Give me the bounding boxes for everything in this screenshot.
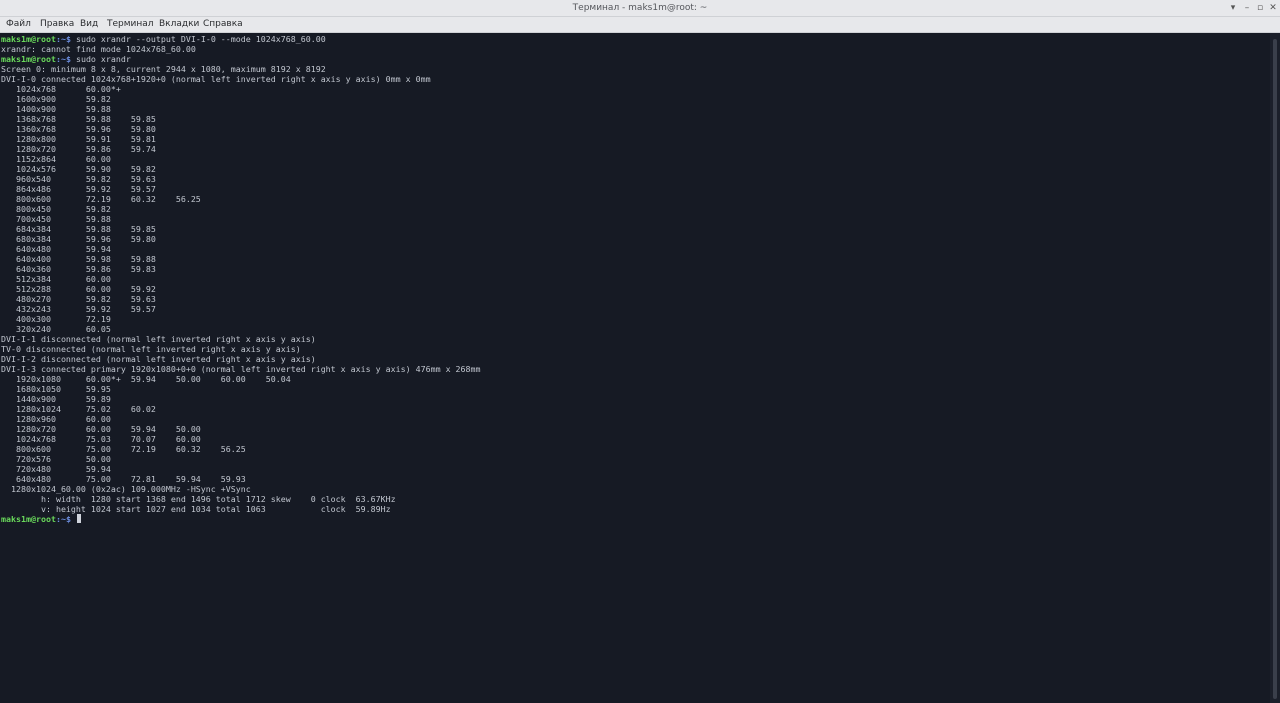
output-line: 1280x1024 75.02 60.02	[1, 404, 156, 414]
prompt-line: maks1m@root:~$ sudo xrandr	[1, 54, 481, 64]
output-line: 800x600 72.19 60.32 56.25	[1, 194, 201, 204]
output-line: DVI-I-2 disconnected (normal left invert…	[1, 354, 316, 364]
minimize-button[interactable]: –	[1240, 1, 1254, 15]
output-line: 1440x900 59.89	[1, 394, 111, 404]
output-line: 1360x768 59.96 59.80	[1, 124, 156, 134]
output-line: 1400x900 59.88	[1, 104, 111, 114]
scrollbar-thumb[interactable]	[1273, 39, 1277, 699]
window-title: Терминал - maks1m@root: ~	[572, 3, 708, 13]
terminal-cursor	[76, 514, 81, 523]
output-line: 512x384 60.00	[1, 274, 111, 284]
output-line: DVI-I-3 connected primary 1920x1080+0+0 …	[1, 364, 481, 374]
output-line: 400x300 72.19	[1, 314, 111, 324]
output-line: 1024x768 75.03 70.07 60.00	[1, 434, 201, 444]
output-line: 1600x900 59.82	[1, 94, 111, 104]
menu-terminal[interactable]: Терминал	[107, 17, 154, 32]
output-line: 320x240 60.05	[1, 324, 111, 334]
output-line: h: width 1280 start 1368 end 1496 total …	[1, 494, 396, 504]
output-line: 800x600 75.00 72.19 60.32 56.25	[1, 444, 246, 454]
window-titlebar[interactable]: Терминал - maks1m@root: ~ ▾ – ▫ ✕	[0, 0, 1280, 17]
output-line: 1024x576 59.90 59.82	[1, 164, 156, 174]
maximize-button[interactable]: ▫	[1253, 1, 1267, 15]
output-line: 700x450 59.88	[1, 214, 111, 224]
prompt-path: :~$	[55, 34, 71, 44]
command-text: sudo xrandr --output DVI-I-0 --mode 1024…	[70, 34, 326, 44]
close-button[interactable]: ✕	[1266, 1, 1280, 15]
output-line: 480x270 59.82 59.63	[1, 294, 156, 304]
output-line: 800x450 59.82	[1, 204, 111, 214]
output-line: 1280x800 59.91 59.81	[1, 134, 156, 144]
prompt-user: maks1m@root	[1, 34, 56, 44]
output-line: 720x576 50.00	[1, 454, 111, 464]
terminal-scrollbar[interactable]	[1270, 33, 1280, 703]
menu-edit[interactable]: Правка	[40, 17, 74, 32]
output-line: 1368x768 59.88 59.85	[1, 114, 156, 124]
output-line: 1680x1050 59.95	[1, 384, 111, 394]
terminal-output: maks1m@root:~$ sudo xrandr --output DVI-…	[1, 34, 481, 524]
command-text	[71, 514, 76, 524]
output-line: 1280x1024_60.00 (0x2ac) 109.000MHz -HSyn…	[1, 484, 251, 494]
output-line: 680x384 59.96 59.80	[1, 234, 156, 244]
window-menu-button[interactable]: ▾	[1226, 1, 1240, 15]
output-line: 512x288 60.00 59.92	[1, 284, 156, 294]
menubar: Файл Правка Вид Терминал Вкладки Справка	[0, 17, 1280, 33]
output-line: 1280x720 59.86 59.74	[1, 144, 156, 154]
output-line: 684x384 59.88 59.85	[1, 224, 156, 234]
terminal-area[interactable]: maks1m@root:~$ sudo xrandr --output DVI-…	[0, 33, 1270, 703]
output-line: 960x540 59.82 59.63	[1, 174, 156, 184]
output-line: 640x480 59.94	[1, 244, 111, 254]
menu-view[interactable]: Вид	[80, 17, 98, 32]
output-line: TV-0 disconnected (normal left inverted …	[1, 344, 301, 354]
command-text: sudo xrandr	[70, 54, 131, 64]
prompt-line: maks1m@root:~$	[1, 514, 481, 524]
output-line: 864x486 59.92 59.57	[1, 184, 156, 194]
output-line: 1024x768 60.00*+	[1, 84, 121, 94]
prompt-user: maks1m@root	[1, 54, 56, 64]
output-line: Screen 0: minimum 8 x 8, current 2944 x …	[1, 64, 326, 74]
output-line: xrandr: cannot find mode 1024x768_60.00	[1, 44, 196, 54]
output-line: 1280x720 60.00 59.94 50.00	[1, 424, 201, 434]
output-line: DVI-I-0 connected 1024x768+1920+0 (norma…	[1, 74, 431, 84]
output-line: 432x243 59.92 59.57	[1, 304, 156, 314]
output-line: 1920x1080 60.00*+ 59.94 50.00 60.00 50.0…	[1, 374, 291, 384]
output-line: DVI-I-1 disconnected (normal left invert…	[1, 334, 316, 344]
prompt-line: maks1m@root:~$ sudo xrandr --output DVI-…	[1, 34, 481, 44]
output-line: v: height 1024 start 1027 end 1034 total…	[1, 504, 391, 514]
menu-help[interactable]: Справка	[203, 17, 243, 32]
menu-tabs[interactable]: Вкладки	[159, 17, 199, 32]
output-line: 1280x960 60.00	[1, 414, 111, 424]
menu-file[interactable]: Файл	[6, 17, 31, 32]
output-line: 1152x864 60.00	[1, 154, 111, 164]
output-line: 640x400 59.98 59.88	[1, 254, 156, 264]
prompt-path: :~$	[55, 514, 71, 524]
prompt-user: maks1m@root	[1, 514, 56, 524]
prompt-path: :~$	[55, 54, 71, 64]
output-line: 640x360 59.86 59.83	[1, 264, 156, 274]
output-line: 720x480 59.94	[1, 464, 111, 474]
output-line: 640x480 75.00 72.81 59.94 59.93	[1, 474, 246, 484]
